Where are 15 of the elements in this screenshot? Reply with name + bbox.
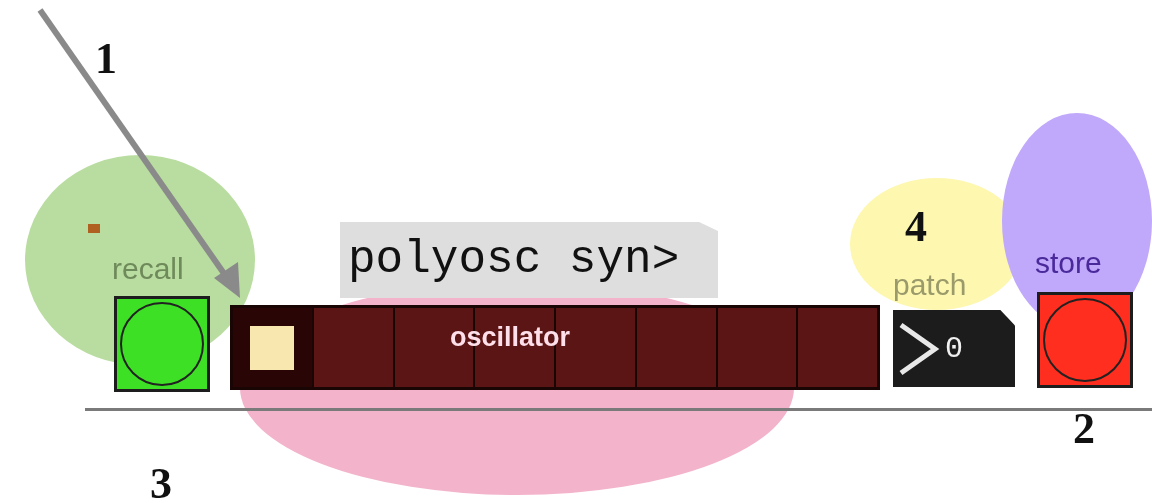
number-value: 0 — [945, 331, 963, 366]
callout-number: 4 — [905, 203, 927, 251]
store-button[interactable] — [1037, 292, 1133, 388]
callout-number: 1 — [95, 35, 117, 83]
store-label: store — [1035, 246, 1102, 280]
number-box[interactable]: 0 — [893, 310, 1015, 387]
callout-number: 2 — [1073, 405, 1095, 453]
patch-marker — [88, 224, 100, 233]
selector-segment[interactable] — [233, 308, 312, 387]
selector-label: oscillator — [448, 322, 571, 353]
message-box[interactable]: polyosc syn> — [340, 222, 718, 298]
recall-button[interactable] — [114, 296, 210, 392]
patch-label: patch — [893, 268, 967, 302]
recall-label: recall — [112, 252, 184, 286]
callout-number: 3 — [150, 460, 172, 503]
